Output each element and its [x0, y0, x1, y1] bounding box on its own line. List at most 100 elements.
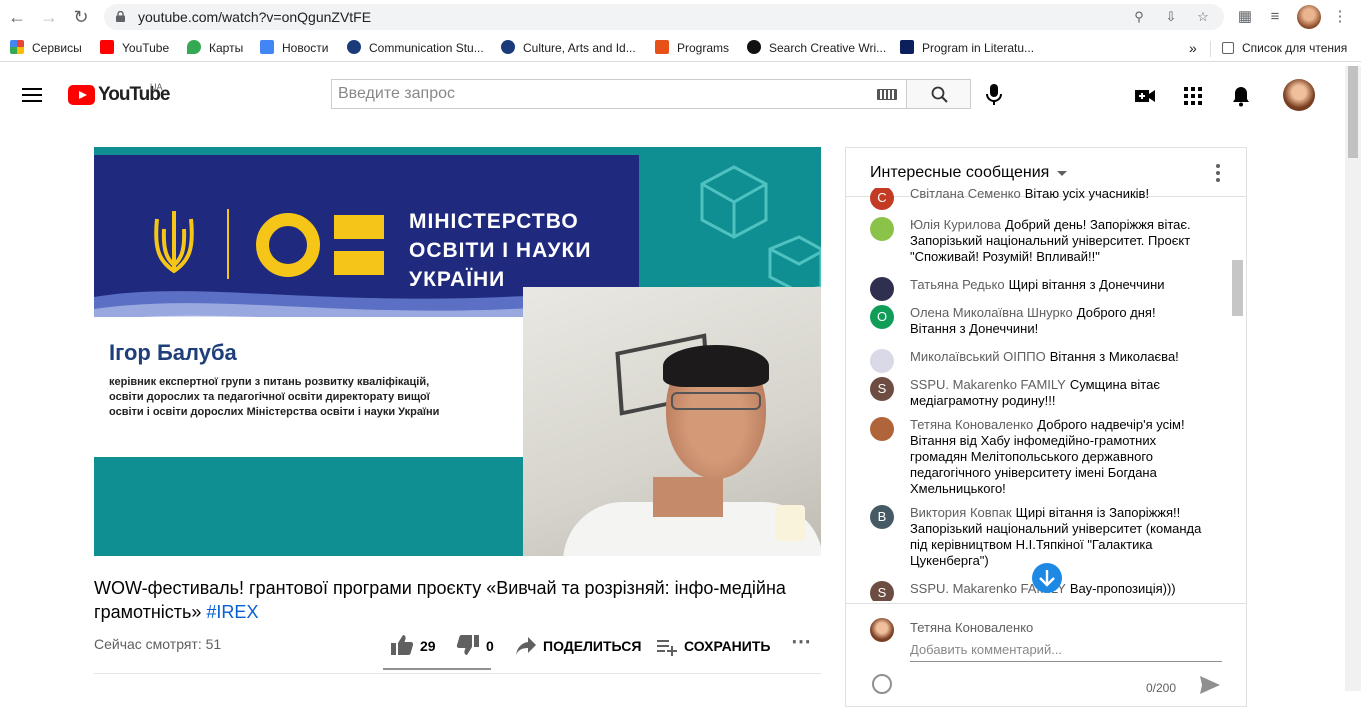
chat-message-text: Вітання з Миколаєва! — [1049, 349, 1179, 364]
chat-author-name[interactable]: Олена Миколаївна Шнурко — [910, 305, 1073, 320]
share-button[interactable]: ПОДЕЛИТЬСЯ — [515, 634, 641, 658]
chat-author-avatar[interactable] — [870, 277, 894, 301]
like-button[interactable]: 29 — [390, 634, 436, 658]
quill-favicon-icon — [747, 40, 761, 54]
chat-message: S SSPU. Makarenko FAMILY Сумщина вітає мед… — [870, 377, 1205, 409]
save-button[interactable]: СОХРАНИТЬ — [656, 634, 770, 658]
bookmark-maps[interactable]: Карты — [187, 40, 243, 56]
chat-message: Миколаївський ОІППО Вітання з Миколаєва! — [870, 349, 1205, 373]
chat-author-name[interactable]: Миколаївський ОІППО — [910, 349, 1046, 364]
youtube-header: YouTube UA — [0, 66, 1345, 124]
chat-mode-selector[interactable]: Интересные сообщения — [870, 164, 1049, 182]
send-icon[interactable] — [1199, 675, 1221, 695]
search-box — [331, 79, 907, 109]
iie-favicon-icon — [655, 40, 669, 54]
lock-icon — [116, 11, 125, 22]
trident-emblem-icon — [154, 211, 194, 274]
chat-author-avatar[interactable] — [870, 417, 894, 441]
chat-author-avatar[interactable] — [870, 349, 894, 373]
chat-author-name[interactable]: Юлія Курилова — [910, 217, 1001, 232]
more-vertical-icon[interactable] — [1216, 164, 1220, 182]
star-icon[interactable]: ☆ — [1194, 9, 1212, 25]
chat-author-avatar[interactable]: В — [870, 505, 894, 529]
apps-icon[interactable] — [1182, 85, 1204, 107]
speaker-hair — [663, 345, 769, 387]
chat-message-text: Вау-пропозиція))) — [1069, 581, 1176, 596]
dislike-button[interactable]: 0 — [456, 634, 494, 658]
reading-list-button[interactable]: Список для чтения — [1222, 40, 1347, 56]
media-queue-icon[interactable]: ≡ — [1265, 7, 1285, 27]
search-button[interactable] — [906, 79, 971, 109]
event-logo-badge — [775, 505, 805, 541]
bookmark-search-creative-writing[interactable]: Search Creative Wri... — [747, 40, 886, 56]
chat-author-name[interactable]: SSPU. Makarenko FAMILY — [910, 377, 1066, 392]
bookmark-services[interactable]: Сервисы — [10, 40, 82, 56]
live-viewers-count: Сейчас смотрят: 51 — [94, 636, 222, 652]
address-bar[interactable]: youtube.com/watch?v=onQgunZVtFE ⚲ ⇩ ☆ — [104, 4, 1224, 30]
bookmark-programs[interactable]: Programs — [655, 40, 729, 56]
chevron-down-icon[interactable] — [1057, 171, 1067, 176]
chat-message: Татьяна Редько Щирі вітання з Донеччини — [870, 277, 1205, 301]
search-input[interactable] — [332, 80, 852, 108]
current-user-name: Тетяна Коноваленко — [910, 620, 1034, 635]
bookmark-program-literature[interactable]: Program in Literatu... — [900, 40, 1034, 56]
chat-author-avatar[interactable]: С — [870, 188, 894, 210]
browser-profile-avatar[interactable] — [1297, 5, 1321, 29]
url-text: youtube.com/watch?v=onQgunZVtFE — [138, 9, 372, 25]
bookmarks-overflow-icon[interactable]: » — [1189, 40, 1197, 56]
chat-message: О Олена Миколаївна Шнурко Доброго дня! Віт… — [870, 305, 1205, 337]
chat-scrollbar-thumb[interactable] — [1232, 260, 1243, 316]
description-divider — [94, 673, 821, 674]
speaker-glasses — [671, 392, 761, 410]
chat-author-avatar[interactable]: О — [870, 305, 894, 329]
bookmarks-bar: Сервисы YouTube Карты Новости Communicat… — [0, 34, 1361, 62]
search-icon — [931, 86, 948, 103]
bookmark-communication-studies[interactable]: Communication Stu... — [347, 40, 484, 56]
browser-toolbar: ← → ↻ youtube.com/watch?v=onQgunZVtFE ⚲ … — [0, 0, 1361, 34]
microphone-icon[interactable] — [984, 83, 1004, 107]
keyboard-icon[interactable] — [877, 89, 897, 100]
news-favicon-icon — [260, 40, 274, 54]
chat-author-name[interactable]: Виктория Ковпак — [910, 505, 1012, 520]
chat-author-avatar[interactable] — [870, 217, 894, 241]
browser-menu-icon[interactable]: ⋮ — [1330, 7, 1350, 27]
reload-icon[interactable]: ↻ — [70, 6, 92, 28]
page-scrollbar-thumb[interactable] — [1348, 66, 1358, 158]
account-avatar[interactable] — [1283, 79, 1315, 111]
country-code: UA — [150, 82, 163, 92]
bookmark-culture-arts[interactable]: Culture, Arts and Id... — [501, 40, 636, 56]
create-video-icon[interactable] — [1134, 85, 1156, 107]
thumbs-down-icon — [456, 635, 479, 655]
hashtag-link[interactable]: #IREX — [206, 602, 258, 622]
page-scrollbar[interactable] — [1345, 66, 1361, 691]
key-icon[interactable]: ⚲ — [1130, 9, 1148, 25]
notifications-bell-icon[interactable] — [1230, 85, 1252, 107]
emoji-icon[interactable] — [872, 674, 892, 694]
forward-arrow-icon[interactable]: → — [38, 6, 60, 28]
chat-author-name[interactable]: Світлана Семенко — [910, 188, 1021, 201]
chat-author-avatar[interactable]: S — [870, 581, 894, 601]
chat-author-name[interactable]: Тетяна Коноваленко — [910, 417, 1033, 432]
speaker-role: керівник експертної групи з питань розви… — [109, 376, 440, 418]
bookmark-youtube[interactable]: YouTube — [100, 40, 169, 56]
scroll-to-bottom-button[interactable] — [1032, 563, 1062, 593]
bookmark-news[interactable]: Новости — [260, 40, 328, 56]
bookmarks-divider — [1210, 41, 1211, 57]
chat-comment-input[interactable] — [910, 638, 1222, 662]
more-actions-icon[interactable]: ⋯ — [791, 630, 811, 654]
video-player[interactable]: МІНІСТЕРСТВО ОСВІТИ І НАУКИ УКРАЇНИ Ігор… — [94, 147, 821, 556]
menu-icon[interactable] — [22, 88, 42, 102]
ministry-logo-circle — [256, 213, 320, 277]
share-arrow-icon — [516, 637, 536, 655]
chat-message-text: Вітаю усіх учасників! — [1024, 188, 1150, 201]
chat-author-name[interactable]: Татьяна Редько — [910, 277, 1005, 292]
chat-scrollbar[interactable] — [1230, 198, 1246, 603]
chat-author-avatar[interactable]: S — [870, 377, 894, 401]
reading-list-icon — [1222, 42, 1234, 54]
extensions-icon[interactable]: ▦ — [1235, 7, 1255, 27]
back-arrow-icon[interactable]: ← — [6, 6, 28, 28]
maps-pin-icon — [187, 40, 201, 54]
install-icon[interactable]: ⇩ — [1162, 9, 1180, 25]
chat-message-list[interactable]: С Світлана Семенко Вітаю усіх учасників! Ю… — [846, 188, 1231, 601]
chat-message: В Виктория Ковпак Щирі вітання із Запоріжж… — [870, 505, 1205, 569]
